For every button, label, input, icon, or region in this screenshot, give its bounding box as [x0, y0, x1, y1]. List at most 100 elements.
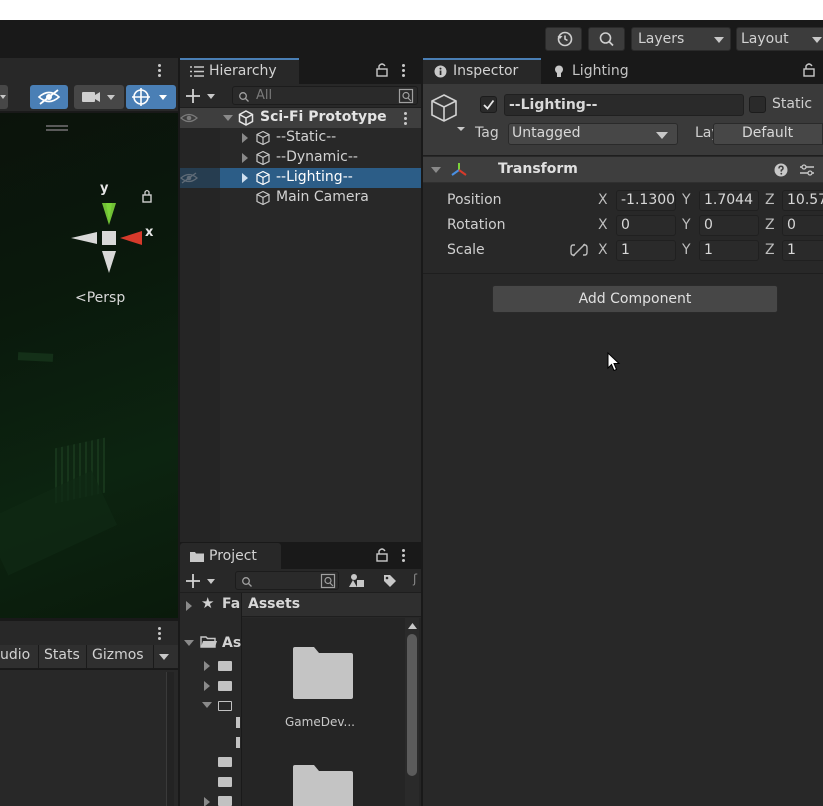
search-button[interactable] [588, 27, 625, 51]
rotation-z-field[interactable]: 0 [782, 215, 823, 236]
asset-folder-item[interactable]: GameDev... [282, 646, 362, 746]
eye-icon[interactable] [180, 112, 198, 124]
gameobject-icon [256, 170, 270, 186]
tab-lighting[interactable]: Lighting [551, 58, 651, 84]
folder-icon[interactable] [218, 757, 232, 767]
scroll-up-icon[interactable] [408, 623, 417, 630]
asset-folder-item[interactable] [292, 764, 354, 806]
scene-viewport[interactable]: y x <Persp [0, 113, 178, 618]
file-icon[interactable] [236, 717, 240, 728]
label-tag-icon[interactable] [382, 573, 398, 589]
create-dropdown[interactable] [184, 571, 220, 591]
collapse-arrow-icon[interactable] [431, 167, 441, 173]
tag-dropdown[interactable]: Untagged [508, 123, 678, 145]
presets-icon[interactable] [799, 163, 815, 177]
axis-x-label[interactable]: X [598, 217, 608, 233]
unlinked-scale-icon[interactable] [570, 243, 588, 257]
scale-x-field[interactable]: 1 [616, 240, 676, 261]
folder-icon[interactable] [218, 661, 232, 671]
transform-icon [451, 163, 467, 176]
lock-icon[interactable] [803, 63, 815, 77]
axis-y-label[interactable]: Y [682, 217, 691, 233]
orientation-gizmo[interactable]: y x [66, 179, 156, 279]
more-options-icon[interactable] [402, 549, 406, 564]
stats-toggle[interactable]: Stats [44, 647, 80, 663]
project-search-input[interactable] [235, 571, 339, 590]
hierarchy-scene-row[interactable]: Sci-Fi Prototype [180, 108, 421, 128]
layer-dropdown[interactable]: Default [713, 123, 823, 145]
axis-x-label[interactable]: X [598, 242, 608, 258]
folder-open-icon[interactable] [218, 701, 232, 711]
more-toolbar-icon[interactable]: ʃ [413, 572, 417, 586]
expand-arrow-icon[interactable] [184, 640, 194, 646]
expand-arrow-icon[interactable] [186, 601, 192, 611]
expand-arrow-icon[interactable] [242, 153, 248, 163]
scale-y-field[interactable]: 1 [699, 240, 759, 261]
folder-icon[interactable] [218, 777, 232, 787]
expand-arrow-icon[interactable] [204, 661, 210, 671]
tab-hierarchy[interactable]: Hierarchy [180, 58, 299, 84]
expand-arrow-icon[interactable] [204, 681, 210, 691]
camera-settings-button[interactable] [74, 85, 124, 109]
axis-z-label[interactable]: Z [765, 192, 775, 208]
axis-z-label[interactable]: Z [765, 217, 775, 233]
rotation-y-field[interactable]: 0 [699, 215, 759, 236]
layers-dropdown[interactable]: Layers [631, 27, 731, 51]
position-z-field[interactable]: 10.57 [782, 190, 823, 211]
scene-toolbar-dropdown[interactable] [0, 85, 8, 109]
history-button[interactable] [545, 27, 582, 51]
search-type-icon[interactable] [398, 88, 414, 104]
gizmo-toggle-button[interactable] [126, 85, 176, 109]
lock-icon[interactable] [376, 63, 388, 77]
assets-header[interactable]: Assets [248, 596, 300, 612]
axis-x-label[interactable]: X [598, 192, 608, 208]
gameobject-icon[interactable] [430, 93, 470, 131]
projection-toggle[interactable]: <Persp [75, 290, 125, 306]
position-y-field[interactable]: 1.7044 [699, 190, 759, 211]
active-checkbox[interactable] [480, 96, 497, 113]
tab-project[interactable]: Project [180, 543, 281, 569]
game-viewport[interactable] [0, 670, 178, 806]
game-scrollbar[interactable] [166, 672, 174, 806]
expand-arrow-icon[interactable] [204, 797, 210, 806]
axis-y-label[interactable]: Y [682, 192, 691, 208]
position-x-field[interactable]: -1.1300 [616, 190, 676, 211]
static-checkbox[interactable] [749, 96, 766, 113]
tab-inspector[interactable]: Inspector [423, 58, 541, 84]
file-icon[interactable] [236, 737, 240, 748]
expand-arrow-icon[interactable] [223, 115, 233, 121]
more-options-icon[interactable] [158, 64, 162, 79]
favorites-label[interactable]: Fa [222, 596, 240, 612]
layout-dropdown[interactable]: Layout [736, 27, 823, 51]
help-icon[interactable] [774, 163, 788, 177]
object-name-input[interactable]: --Lighting-- [504, 94, 744, 116]
add-component-button[interactable]: Add Component [492, 285, 778, 313]
more-options-icon[interactable] [158, 627, 162, 642]
transform-header[interactable]: Transform [423, 157, 823, 183]
assets-scrollbar[interactable] [405, 618, 419, 806]
active-tab-indicator [180, 58, 299, 60]
expand-arrow-icon[interactable] [242, 173, 248, 183]
lock-icon[interactable] [376, 548, 388, 562]
viewport-handle[interactable] [46, 125, 68, 127]
scrollbar-thumb[interactable] [407, 634, 417, 776]
axis-y-label[interactable]: Y [682, 242, 691, 258]
folder-icon[interactable] [218, 796, 232, 806]
gizmos-toggle[interactable]: Gizmos [92, 647, 144, 663]
assets-tree-label[interactable]: As [222, 635, 241, 651]
scale-z-field[interactable]: 1 [782, 240, 823, 261]
create-dropdown[interactable] [184, 86, 220, 106]
scene-visibility-toggle[interactable] [30, 85, 68, 109]
audio-toggle[interactable]: udio [0, 647, 30, 663]
more-options-icon[interactable] [402, 64, 406, 79]
folder-icon[interactable] [218, 681, 232, 691]
rotation-x-field[interactable]: 0 [616, 215, 676, 236]
more-options-icon[interactable] [404, 112, 408, 127]
axis-z-label[interactable]: Z [765, 242, 775, 258]
filter-type-icon[interactable] [348, 573, 366, 589]
search-type-icon[interactable] [320, 573, 336, 589]
expand-arrow-icon[interactable] [242, 133, 248, 143]
hierarchy-search-input[interactable]: All [232, 86, 418, 105]
chevron-down-icon[interactable] [158, 653, 170, 661]
expand-arrow-icon[interactable] [202, 702, 212, 708]
